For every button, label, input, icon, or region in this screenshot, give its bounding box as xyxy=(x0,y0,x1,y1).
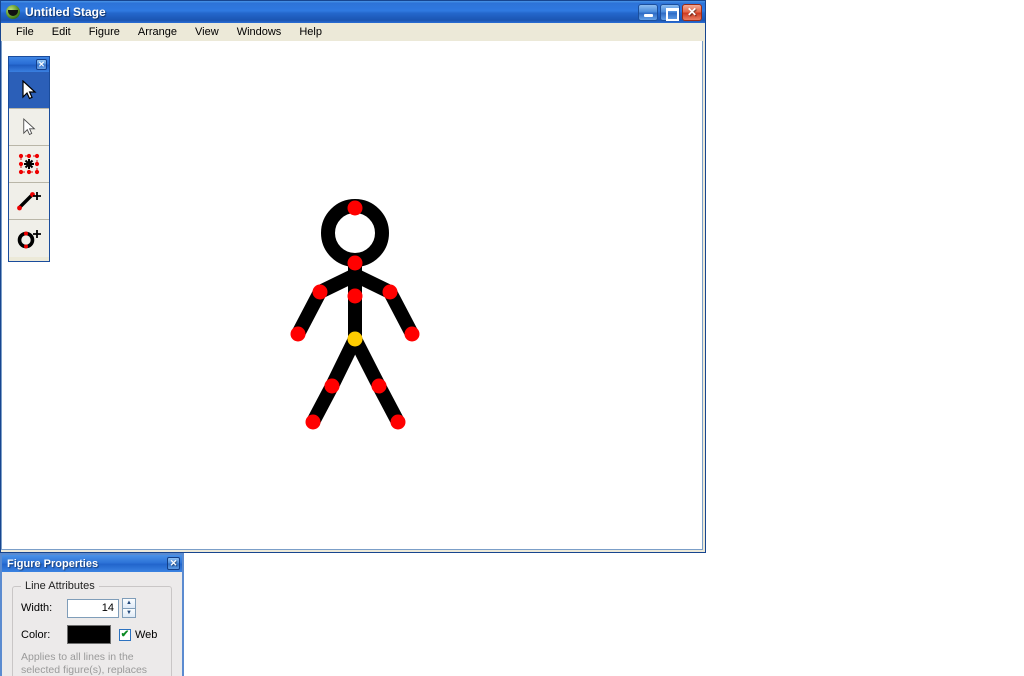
app-icon xyxy=(6,5,20,19)
joint-origin-hip xyxy=(347,331,363,347)
figure-properties-body: Line Attributes Width: 14 ▲ ▼ Color: ✔ W… xyxy=(2,572,182,676)
figure-properties-titlebar[interactable]: Figure Properties ✕ xyxy=(2,555,182,572)
tool-palette: ✕ xyxy=(8,56,50,262)
node-handles-icon xyxy=(18,153,40,175)
window-title: Untitled Stage xyxy=(25,5,106,19)
line-attributes-hint: Applies to all lines in the selected fig… xyxy=(21,651,148,676)
width-stepper-down[interactable]: ▼ xyxy=(122,607,136,618)
figure-properties-title: Figure Properties xyxy=(7,557,99,570)
minimize-button[interactable] xyxy=(638,3,658,21)
line-attributes-legend: Line Attributes xyxy=(25,580,95,592)
maximize-button[interactable] xyxy=(660,3,680,21)
add-line-tool[interactable] xyxy=(9,183,49,220)
joint-right-elbow xyxy=(382,284,398,300)
stick-figure[interactable] xyxy=(2,41,703,550)
stage-window: Untitled Stage ✕ File Edit Figure Arrang… xyxy=(0,0,706,553)
width-stepper[interactable]: ▲ ▼ xyxy=(122,598,136,618)
subselect-arrow-tool[interactable] xyxy=(9,109,49,146)
tool-palette-titlebar[interactable]: ✕ xyxy=(9,57,49,72)
arrow-cursor-icon xyxy=(21,80,37,100)
tool-palette-close-icon[interactable]: ✕ xyxy=(36,59,47,70)
line-attributes-group: Line Attributes Width: 14 ▲ ▼ Color: ✔ W… xyxy=(12,580,172,676)
circle-plus-icon xyxy=(17,229,41,248)
web-label: Web xyxy=(135,628,158,641)
joint-left-knee xyxy=(324,378,340,394)
joint-right-knee xyxy=(371,378,387,394)
joint-right-hand xyxy=(404,326,420,342)
stage-titlebar[interactable]: Untitled Stage ✕ xyxy=(1,1,705,23)
menu-windows[interactable]: Windows xyxy=(228,24,291,40)
color-row: Color: ✔ Web xyxy=(21,625,163,644)
color-label: Color: xyxy=(21,628,51,641)
menu-view[interactable]: View xyxy=(186,24,228,40)
width-row: Width: 14 ▲ ▼ xyxy=(21,598,163,618)
figure-properties-panel: Figure Properties ✕ Line Attributes Widt… xyxy=(0,553,184,676)
web-checkbox[interactable]: ✔ xyxy=(119,628,131,641)
menu-figure[interactable]: Figure xyxy=(80,24,129,40)
menubar: File Edit Figure Arrange View Windows He… xyxy=(1,23,705,41)
select-arrow-tool[interactable] xyxy=(9,72,49,109)
menu-edit[interactable]: Edit xyxy=(43,24,80,40)
width-label: Width: xyxy=(21,602,53,614)
menu-arrange[interactable]: Arrange xyxy=(129,24,186,40)
joint-left-foot xyxy=(305,414,321,430)
close-button[interactable]: ✕ xyxy=(682,3,702,21)
hollow-arrow-cursor-icon xyxy=(22,118,35,136)
node-select-tool[interactable] xyxy=(9,146,49,183)
figure-properties-close-icon[interactable]: ✕ xyxy=(167,557,180,570)
add-circle-tool[interactable] xyxy=(9,220,49,257)
joint-head-top xyxy=(347,200,363,216)
joint-right-foot xyxy=(390,414,406,430)
width-stepper-up[interactable]: ▲ xyxy=(122,598,136,608)
joint-left-elbow xyxy=(312,284,328,300)
menu-help[interactable]: Help xyxy=(290,24,331,40)
menu-file[interactable]: File xyxy=(7,24,43,40)
width-input[interactable]: 14 xyxy=(67,598,119,618)
color-swatch[interactable] xyxy=(67,625,111,644)
figure-right-thigh xyxy=(348,332,386,393)
joint-left-hand xyxy=(290,326,306,342)
stage-canvas[interactable] xyxy=(1,41,703,550)
line-plus-icon xyxy=(17,192,41,211)
joint-chest xyxy=(347,288,363,304)
joint-neck xyxy=(347,255,363,271)
